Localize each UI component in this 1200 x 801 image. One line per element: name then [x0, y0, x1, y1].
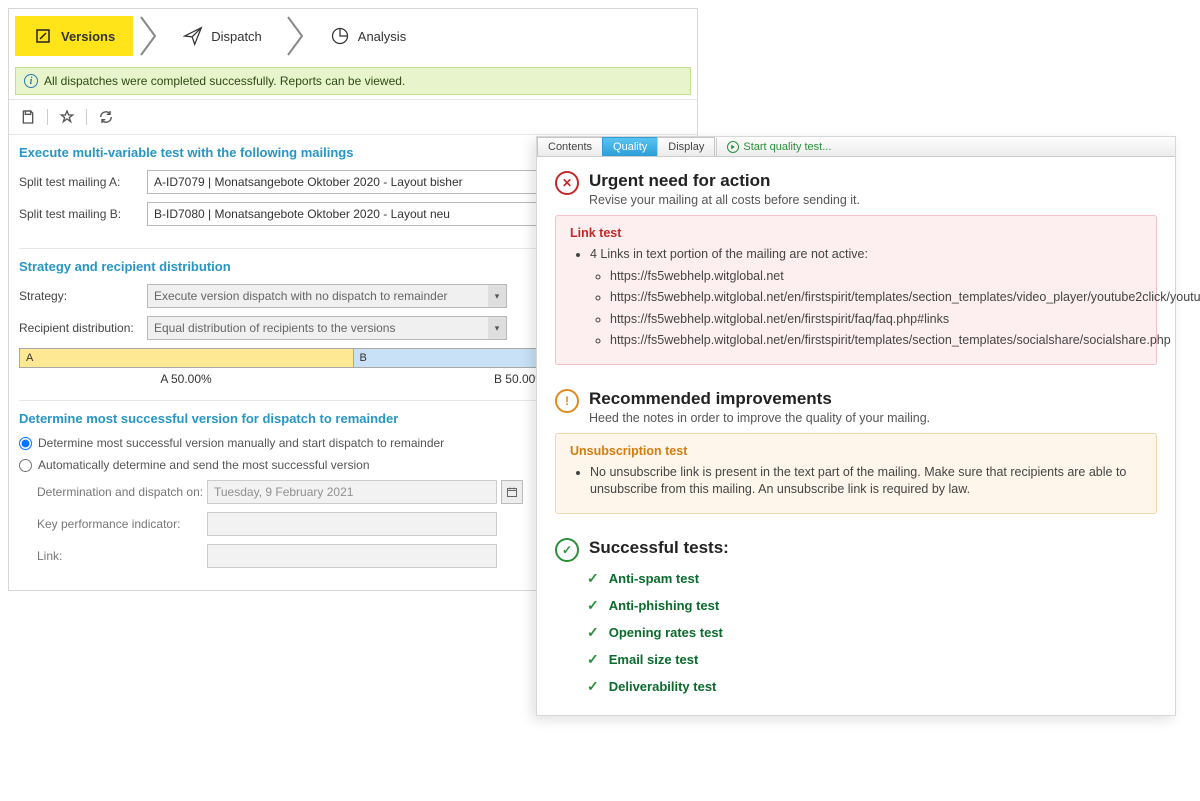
tab-bar: Contents Quality Display Start quality t… [537, 137, 1175, 157]
info-icon: i [24, 74, 38, 88]
success-label: Email size test [609, 652, 699, 667]
success-label: Anti-spam test [609, 571, 699, 586]
success-icon: ✓ [555, 538, 579, 562]
success-label: Anti-phishing test [609, 598, 720, 613]
section-title: Successful tests: [589, 538, 729, 558]
label-mailing-b: Split test mailing B: [19, 207, 147, 221]
success-item: ✓ Anti-phishing test [587, 597, 1157, 614]
pct-a: A 50.00% [19, 372, 353, 386]
check-icon: ✓ [587, 624, 599, 641]
inactive-link: https://fs5webhelp.witglobal.net/en/firs… [610, 332, 1142, 350]
warning-icon: ! [555, 389, 579, 413]
box-link-test: Link test 4 Links in text portion of the… [555, 215, 1157, 365]
notice-bar: i All dispatches were completed successf… [15, 67, 691, 95]
send-icon [183, 26, 203, 46]
recommendation-text: No unsubscribe link is present in the te… [590, 464, 1142, 499]
section-subtitle: Revise your mailing at all costs before … [589, 193, 860, 207]
favorite-button[interactable] [56, 106, 78, 128]
calendar-button[interactable] [501, 480, 523, 504]
success-item: ✓ Anti-spam test [587, 570, 1157, 587]
section-title: Urgent need for action [589, 171, 860, 191]
box-title: Link test [570, 226, 1142, 240]
radio-label: Automatically determine and send the mos… [38, 458, 370, 472]
tab-display[interactable]: Display [657, 137, 715, 156]
select-distribution[interactable]: Equal distribution of recipients to the … [147, 316, 507, 340]
link-list: https://fs5webhelp.witglobal.net https:/… [590, 268, 1142, 350]
step-label: Versions [61, 29, 115, 44]
step-label: Dispatch [211, 29, 262, 44]
tab-contents[interactable]: Contents [537, 137, 603, 156]
step-dispatch[interactable]: Dispatch [165, 16, 280, 56]
box-title: Unsubscription test [570, 444, 1142, 458]
separator [86, 109, 87, 125]
chevron-right-icon [139, 15, 159, 57]
check-icon: ✓ [587, 678, 599, 695]
section-urgent: ✕ Urgent need for action Revise your mai… [537, 157, 1175, 375]
step-label: Analysis [358, 29, 406, 44]
radio-input-auto[interactable] [19, 459, 32, 472]
refresh-button[interactable] [95, 106, 117, 128]
inactive-link: https://fs5webhelp.witglobal.net [610, 268, 1142, 286]
toolbar [9, 99, 697, 135]
notice-text: All dispatches were completed successful… [44, 74, 405, 88]
success-label: Deliverability test [609, 679, 717, 694]
success-item: ✓ Deliverability test [587, 678, 1157, 695]
section-recommended: ! Recommended improvements Heed the note… [537, 375, 1175, 524]
check-icon: ✓ [587, 597, 599, 614]
panel-quality: Contents Quality Display Start quality t… [536, 136, 1176, 716]
step-bar: Versions Dispatch Analysis [9, 9, 697, 63]
select-strategy[interactable]: Execute version dispatch with no dispatc… [147, 284, 507, 308]
tab-quality[interactable]: Quality [602, 137, 658, 156]
input-link [207, 544, 497, 568]
input-date[interactable] [207, 480, 497, 504]
inactive-link: https://fs5webhelp.witglobal.net/en/firs… [610, 289, 1142, 307]
inactive-link: https://fs5webhelp.witglobal.net/en/firs… [610, 311, 1142, 329]
edit-icon [33, 26, 53, 46]
box-unsubscription-test: Unsubscription test No unsubscribe link … [555, 433, 1157, 514]
check-icon: ✓ [587, 651, 599, 668]
chevron-down-icon: ▾ [488, 317, 506, 339]
separator [47, 109, 48, 125]
distribution-segment-a: A [20, 349, 353, 367]
check-icon: ✓ [587, 570, 599, 587]
start-quality-test-button[interactable]: Start quality test... [716, 138, 841, 156]
error-icon: ✕ [555, 171, 579, 195]
select-value: Equal distribution of recipients to the … [154, 321, 395, 335]
success-list: ✓ Anti-spam test ✓ Anti-phishing test ✓ Ope… [555, 570, 1157, 695]
input-kpi [207, 512, 497, 536]
success-item: ✓ Opening rates test [587, 624, 1157, 641]
action-label: Start quality test... [743, 141, 831, 153]
radio-label: Determine most successful version manual… [38, 436, 444, 450]
save-button[interactable] [17, 106, 39, 128]
chevron-right-icon [286, 15, 306, 57]
intro-text: 4 Links in text portion of the mailing a… [590, 246, 1142, 350]
section-successful: ✓ Successful tests: ✓ Anti-spam test ✓ Ant… [537, 524, 1175, 715]
radio-input-manual[interactable] [19, 437, 32, 450]
label-date: Determination and dispatch on: [37, 485, 207, 499]
chevron-down-icon: ▾ [488, 285, 506, 307]
section-subtitle: Heed the notes in order to improve the q… [589, 411, 930, 425]
step-versions[interactable]: Versions [15, 16, 133, 56]
pie-chart-icon [330, 26, 350, 46]
select-value: Execute version dispatch with no dispatc… [154, 289, 448, 303]
step-analysis[interactable]: Analysis [312, 16, 424, 56]
section-title: Recommended improvements [589, 389, 930, 409]
label-link: Link: [37, 549, 207, 563]
label-distribution: Recipient distribution: [19, 321, 147, 335]
success-label: Opening rates test [609, 625, 723, 640]
play-icon [727, 141, 739, 153]
success-item: ✓ Email size test [587, 651, 1157, 668]
label-kpi: Key performance indicator: [37, 517, 207, 531]
label-strategy: Strategy: [19, 289, 147, 303]
label-mailing-a: Split test mailing A: [19, 175, 147, 189]
intro-span: 4 Links in text portion of the mailing a… [590, 247, 868, 261]
